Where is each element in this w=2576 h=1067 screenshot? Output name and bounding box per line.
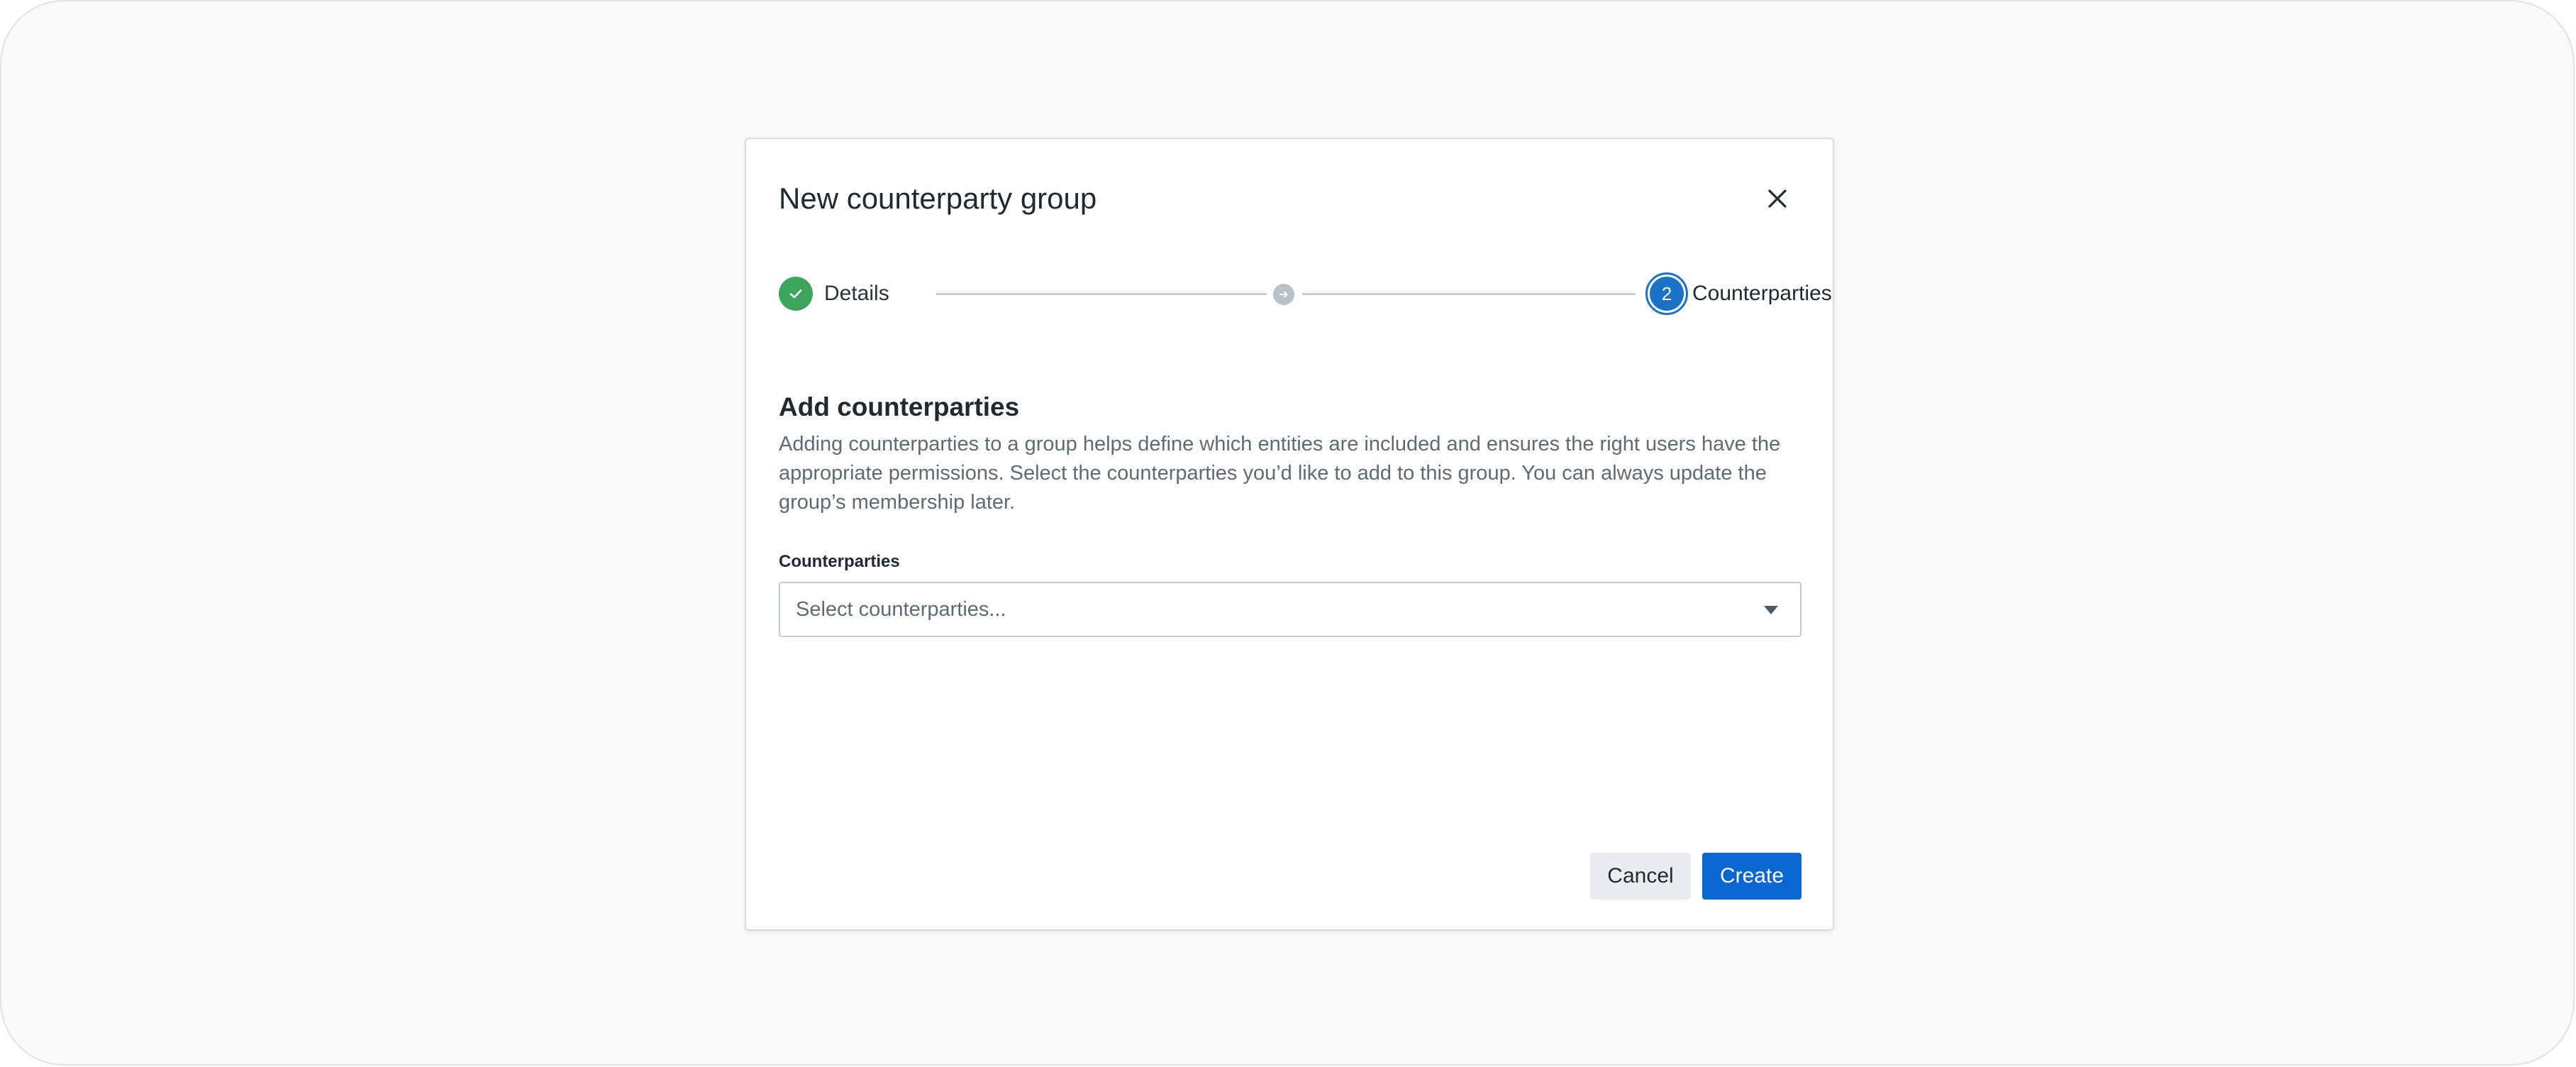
app-background: New counterparty group Details 2 Counter… [0,0,2575,1066]
stepper: Details 2 Counterparties [779,271,1832,316]
step-connector [936,293,1267,295]
new-counterparty-group-dialog: New counterparty group Details 2 Counter… [745,138,1834,931]
close-icon [1768,189,1787,208]
cancel-button[interactable]: Cancel [1590,853,1691,900]
counterparties-select[interactable]: Select counterparties... [779,582,1801,637]
section-title: Add counterparties [779,392,1020,421]
step-counterparties-label[interactable]: Counterparties [1692,280,1832,308]
dialog-title: New counterparty group [779,182,1097,215]
select-placeholder: Select counterparties... [796,598,1006,621]
create-button[interactable]: Create [1702,853,1801,900]
step-details-label[interactable]: Details [824,280,889,308]
counterparties-field-label: Counterparties [779,552,900,571]
step-number: 2 [1650,277,1684,311]
close-button[interactable] [1755,176,1800,221]
step-connector [1302,293,1636,295]
step-intermediate-indicator [1273,284,1294,305]
section-description: Adding counterparties to a group helps d… [779,433,1781,514]
check-icon [789,289,802,299]
caret-down-icon [1764,606,1778,614]
step-details-indicator[interactable] [779,277,813,311]
step-counterparties-indicator[interactable]: 2 [1645,272,1688,315]
arrow-right-icon [1279,291,1288,298]
